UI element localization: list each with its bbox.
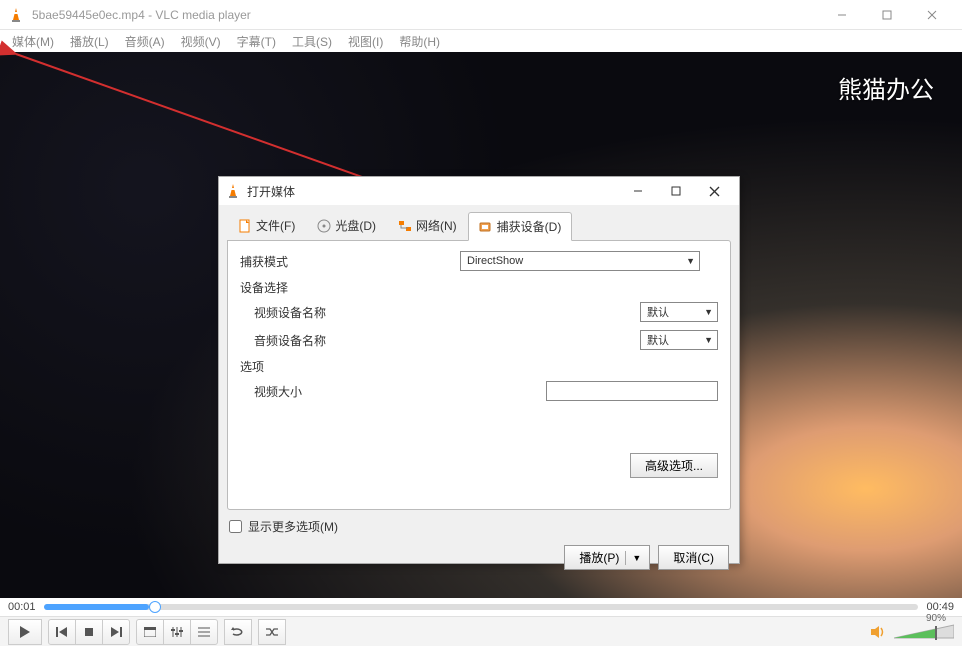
file-icon (238, 219, 252, 233)
fullscreen-button[interactable] (136, 619, 164, 645)
audio-device-label: 音频设备名称 (240, 332, 460, 349)
menu-subtitle[interactable]: 字幕(T) (229, 31, 284, 52)
video-size-input[interactable] (546, 381, 718, 401)
play-button[interactable]: 播放(P) ▼ (564, 545, 650, 570)
menu-view[interactable]: 视图(I) (340, 31, 391, 52)
vlc-cone-icon (225, 183, 241, 199)
close-button[interactable] (909, 0, 954, 30)
chevron-down-icon: ▼ (686, 256, 695, 266)
time-current[interactable]: 00:01 (8, 601, 36, 613)
shuffle-icon (265, 626, 279, 638)
capture-mode-label: 捕获模式 (240, 253, 460, 270)
window-title: 5bae59445e0ec.mp4 - VLC media player (32, 8, 819, 22)
video-size-label: 视频大小 (240, 383, 460, 400)
main-menubar: 媒体(M) 播放(L) 音频(A) 视频(V) 字幕(T) 工具(S) 视图(I… (0, 30, 962, 52)
device-section-label: 设备选择 (240, 279, 718, 296)
show-more-label: 显示更多选项(M) (248, 518, 338, 535)
video-device-label: 视频设备名称 (240, 304, 460, 321)
speaker-icon[interactable] (870, 624, 888, 640)
open-media-dialog: 打开媒体 文件(F) 光盘(D) 网络(N) 捕获设备(D) (218, 176, 740, 564)
loop-button[interactable] (224, 619, 252, 645)
dialog-tabs: 文件(F) 光盘(D) 网络(N) 捕获设备(D) (219, 205, 739, 240)
skip-previous-icon (56, 627, 68, 637)
volume-control: 90% (870, 623, 954, 641)
playlist-button[interactable] (190, 619, 218, 645)
capture-mode-combo[interactable]: DirectShow▼ (460, 251, 700, 271)
video-viewport[interactable]: 熊猫办公 安下载 anxz.com 打开媒体 文件(F) 光盘(D) (0, 52, 962, 598)
volume-percent: 90% (926, 613, 946, 624)
disc-icon (317, 219, 331, 233)
tab-file[interactable]: 文件(F) (227, 211, 306, 240)
chevron-down-icon: ▼ (704, 335, 713, 345)
play-icon (19, 625, 31, 639)
menu-help[interactable]: 帮助(H) (391, 31, 448, 52)
menu-video[interactable]: 视频(V) (173, 31, 229, 52)
playlist-icon (198, 627, 210, 637)
menu-tools[interactable]: 工具(S) (284, 31, 340, 52)
tab-capture-panel: 捕获模式 DirectShow▼ 设备选择 视频设备名称 默认▼ 音频设备名称 … (227, 240, 731, 510)
chevron-down-icon: ▼ (632, 553, 641, 563)
menu-playback[interactable]: 播放(L) (62, 31, 117, 52)
seek-row: 00:01 00:49 (0, 598, 962, 616)
menu-media[interactable]: 媒体(M) (4, 31, 62, 52)
tab-capture[interactable]: 捕获设备(D) (468, 212, 573, 241)
vlc-cone-icon (8, 7, 24, 23)
dialog-titlebar[interactable]: 打开媒体 (219, 177, 739, 205)
play-pause-button[interactable] (8, 619, 42, 645)
tab-network[interactable]: 网络(N) (387, 211, 468, 240)
minimize-button[interactable] (819, 0, 864, 30)
advanced-options-button[interactable]: 高级选项... (630, 453, 718, 478)
dialog-maximize-button[interactable] (657, 179, 695, 203)
prev-button[interactable] (48, 619, 76, 645)
shuffle-button[interactable] (258, 619, 286, 645)
volume-slider[interactable]: 90% (894, 623, 954, 641)
stop-button[interactable] (75, 619, 103, 645)
network-icon (398, 219, 412, 233)
video-device-combo[interactable]: 默认▼ (640, 302, 718, 322)
playback-controls: 90% (0, 616, 962, 646)
dialog-close-button[interactable] (695, 179, 733, 203)
main-titlebar: 5bae59445e0ec.mp4 - VLC media player (0, 0, 962, 30)
options-section-label: 选项 (240, 358, 718, 375)
time-total[interactable]: 00:49 (926, 601, 954, 613)
extended-settings-button[interactable] (163, 619, 191, 645)
maximize-button[interactable] (864, 0, 909, 30)
fullscreen-icon (144, 627, 156, 637)
next-button[interactable] (102, 619, 130, 645)
capture-icon (479, 220, 493, 234)
show-more-checkbox[interactable] (229, 520, 242, 533)
stop-icon (84, 627, 94, 637)
equalizer-icon (171, 627, 183, 637)
cancel-button[interactable]: 取消(C) (658, 545, 729, 570)
menu-audio[interactable]: 音频(A) (117, 31, 173, 52)
dialog-minimize-button[interactable] (619, 179, 657, 203)
seek-slider[interactable] (44, 604, 919, 610)
chevron-down-icon: ▼ (704, 307, 713, 317)
audio-device-combo[interactable]: 默认▼ (640, 330, 718, 350)
loop-icon (231, 626, 245, 638)
tab-disc[interactable]: 光盘(D) (306, 211, 387, 240)
skip-next-icon (110, 627, 122, 637)
dialog-title: 打开媒体 (247, 183, 619, 200)
corner-watermark: 熊猫办公 (838, 70, 934, 105)
